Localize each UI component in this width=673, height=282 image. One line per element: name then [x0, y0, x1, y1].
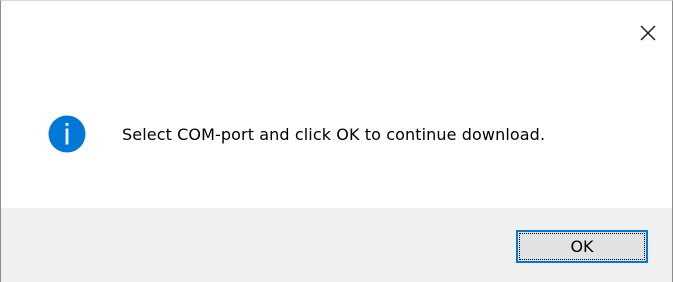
close-icon	[640, 25, 656, 41]
dialog-content: Select COM-port and click OK to continue…	[1, 63, 672, 208]
close-button[interactable]	[626, 14, 672, 50]
message-dialog: Select COM-port and click OK to continue…	[0, 0, 673, 282]
ok-button[interactable]: OK	[516, 230, 648, 263]
dialog-message: Select COM-port and click OK to continue…	[122, 125, 546, 144]
info-icon	[48, 115, 86, 153]
ok-button-label: OK	[519, 233, 645, 260]
dialog-footer: OK	[1, 208, 672, 282]
title-bar	[1, 1, 672, 63]
